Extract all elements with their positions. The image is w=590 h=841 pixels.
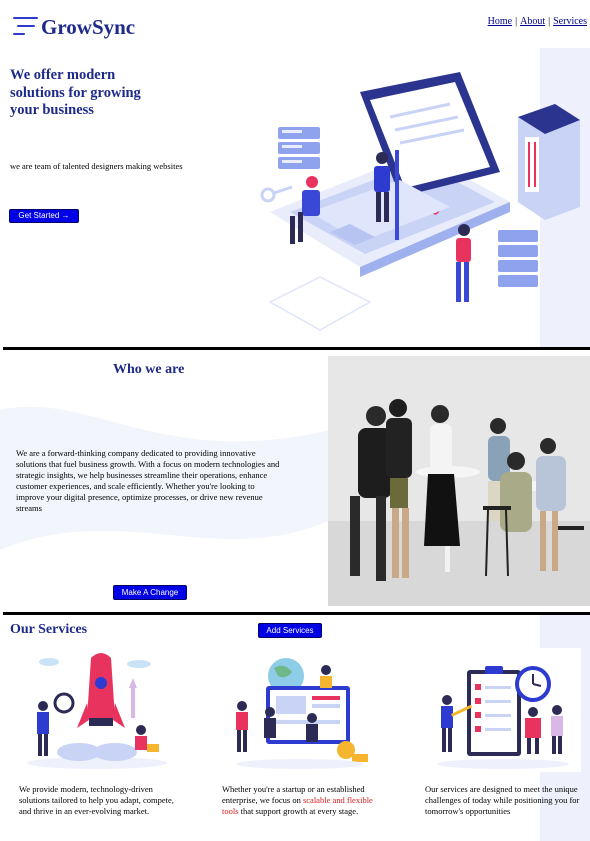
- service-card: Our services are designed to meet the un…: [425, 648, 583, 817]
- make-a-change-button[interactable]: Make A Change: [113, 585, 187, 600]
- service-card: We provide modern, technology-driven sol…: [19, 648, 177, 817]
- service-card-text: Our services are designed to meet the un…: [425, 784, 580, 816]
- service-card-text-end: that support growth at every stage.: [238, 806, 359, 816]
- nav-link-home[interactable]: Home: [488, 16, 512, 27]
- hero-subtitle: we are team of talented designers making…: [10, 161, 183, 171]
- service-card-text: We provide modern, technology-driven sol…: [19, 784, 174, 816]
- service-card: Whether you're a startup or an establish…: [222, 648, 380, 817]
- brand-logo[interactable]: GrowSync: [41, 15, 135, 40]
- global-growth-illustration: [222, 648, 378, 772]
- rocket-launch-illustration: [19, 648, 175, 772]
- add-services-button[interactable]: Add Services: [258, 623, 322, 638]
- who-description: We are a forward-thinking company dedica…: [16, 448, 280, 513]
- checklist-planning-illustration: [425, 648, 581, 772]
- nav-separator: |: [548, 16, 551, 27]
- team-meeting-photo: [328, 356, 590, 606]
- hero-section: GrowSync Home | About | Services We offer mo…: [0, 0, 590, 347]
- who-we-are-section: Who we are We are a forward-thinking com…: [0, 350, 590, 612]
- service-card-text: Whether you're a startup or an establish…: [222, 784, 380, 817]
- nav-separator: |: [515, 16, 518, 27]
- nav-link-about[interactable]: About: [520, 16, 545, 27]
- services-section: Our Services Add Services We provide mod…: [0, 615, 590, 841]
- who-title: Who we are: [113, 362, 185, 377]
- services-title: Our Services: [10, 622, 88, 637]
- menu-lines-icon[interactable]: [13, 16, 39, 36]
- get-started-button[interactable]: Get Started →: [9, 209, 79, 223]
- nav-link-services[interactable]: Services: [553, 16, 587, 27]
- hero-title: We offer modern solutions for growing yo…: [10, 67, 141, 118]
- laptop-team-illustration: [260, 72, 580, 331]
- top-nav: Home | About | Services: [488, 16, 587, 27]
